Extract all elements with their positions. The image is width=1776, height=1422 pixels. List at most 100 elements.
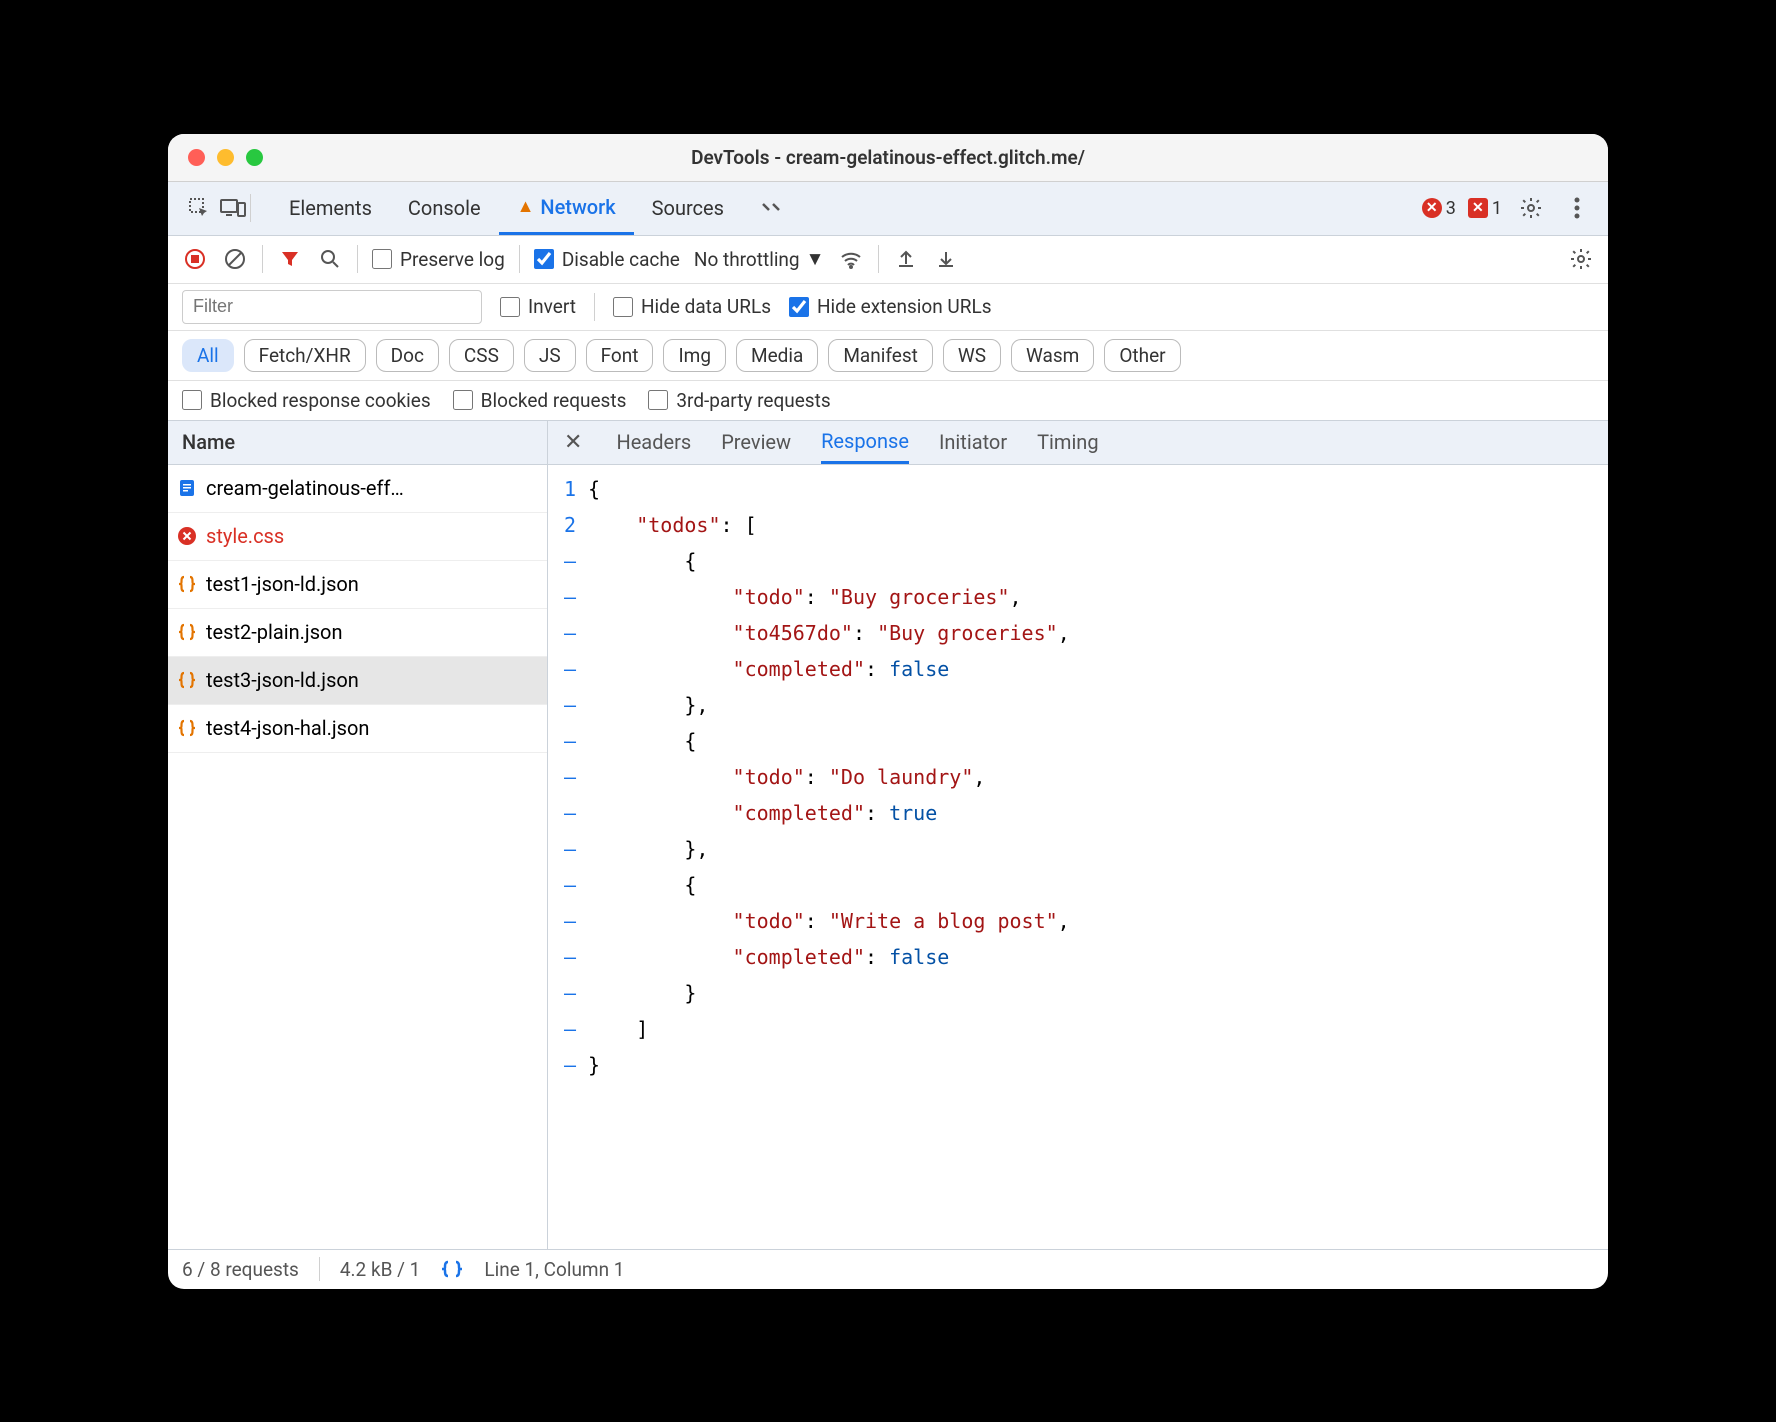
hide-ext-input[interactable] (789, 297, 809, 317)
response-code[interactable]: 12––––––––––––––– { "todos": [ { "todo":… (548, 465, 1608, 1249)
error-circle-icon: ✕ (1422, 198, 1442, 218)
filter-icon[interactable] (277, 246, 303, 272)
type-filter-row: All Fetch/XHR Doc CSS JS Font Img Media Manifest… (168, 331, 1608, 381)
disable-cache-input[interactable] (534, 249, 554, 269)
blocked-cookies-label: Blocked response cookies (210, 389, 431, 412)
hide-data-input[interactable] (613, 297, 633, 317)
doc-file-icon (176, 477, 198, 499)
separator (594, 293, 595, 321)
clear-button[interactable] (222, 246, 248, 272)
kebab-menu-icon[interactable] (1560, 191, 1594, 225)
errc-file-icon (176, 525, 198, 547)
detail-pane: ✕ Headers Preview Response Initiator Tim… (548, 421, 1608, 1249)
request-name: style.css (206, 524, 284, 548)
dtab-initiator[interactable]: Initiator (939, 420, 1007, 464)
detail-tabs: ✕ Headers Preview Response Initiator Tim… (548, 421, 1608, 465)
status-cursor: Line 1, Column 1 (484, 1258, 624, 1281)
request-name: test2-plain.json (206, 620, 343, 644)
errors-count: 3 (1446, 198, 1456, 219)
blocked-cookies-checkbox[interactable]: Blocked response cookies (182, 389, 431, 412)
filter-chip-fetch-xhr[interactable]: Fetch/XHR (244, 339, 366, 372)
separator (250, 194, 251, 222)
request-row[interactable]: cream-gelatinous-eff… (168, 465, 547, 513)
throttling-select[interactable]: No throttling ▼ (694, 247, 825, 271)
request-row[interactable]: test3-json-ld.json (168, 657, 547, 705)
maximize-window-button[interactable] (246, 149, 263, 166)
tab-network[interactable]: ▲ Network (499, 181, 634, 235)
filter-chip-css[interactable]: CSS (449, 339, 514, 372)
dtab-headers[interactable]: Headers (616, 420, 691, 464)
download-har-icon[interactable] (933, 246, 959, 272)
issues-count: 1 (1492, 198, 1502, 219)
list-header-name[interactable]: Name (168, 421, 547, 465)
preserve-log-checkbox[interactable]: Preserve log (372, 248, 505, 271)
pretty-print-icon[interactable] (440, 1259, 464, 1279)
tab-elements[interactable]: Elements (271, 181, 390, 235)
filter-chip-font[interactable]: Font (586, 339, 654, 372)
filter-chip-media[interactable]: Media (736, 339, 818, 372)
request-list: Name cream-gelatinous-eff… style.css test1… (168, 421, 548, 1249)
request-name: cream-gelatinous-eff… (206, 476, 404, 500)
disable-cache-checkbox[interactable]: Disable cache (534, 248, 680, 271)
issues-badge[interactable]: ✕ 1 (1468, 198, 1502, 219)
blocked-requests-checkbox[interactable]: Blocked requests (453, 389, 627, 412)
search-icon[interactable] (317, 246, 343, 272)
traffic-lights (168, 149, 263, 166)
inspect-element-icon[interactable] (182, 191, 216, 225)
issue-square-icon: ✕ (1468, 198, 1488, 218)
tab-more[interactable] (742, 181, 802, 235)
filter-chip-doc[interactable]: Doc (376, 339, 439, 372)
filter-chip-all[interactable]: All (182, 339, 234, 372)
dtab-timing[interactable]: Timing (1037, 420, 1098, 464)
hide-data-urls-checkbox[interactable]: Hide data URLs (613, 295, 771, 318)
chevron-down-icon: ▼ (806, 247, 825, 271)
request-row[interactable]: test1-json-ld.json (168, 561, 547, 609)
dtab-response[interactable]: Response (821, 420, 909, 464)
dtab-preview[interactable]: Preview (721, 420, 791, 464)
disable-cache-label: Disable cache (562, 248, 680, 271)
third-party-checkbox[interactable]: 3rd-party requests (648, 389, 830, 412)
request-name: test1-json-ld.json (206, 572, 359, 596)
request-row[interactable]: test4-json-hal.json (168, 705, 547, 753)
upload-har-icon[interactable] (893, 246, 919, 272)
third-party-input[interactable] (648, 390, 668, 410)
throttling-label: No throttling (694, 248, 800, 271)
close-window-button[interactable] (188, 149, 205, 166)
network-settings-icon[interactable] (1568, 246, 1594, 272)
blocked-requests-input[interactable] (453, 390, 473, 410)
main-tabs: Elements Console ▲ Network Sources (271, 181, 1422, 235)
close-detail-button[interactable]: ✕ (560, 430, 586, 455)
blocked-cookies-input[interactable] (182, 390, 202, 410)
filter-chip-other[interactable]: Other (1104, 339, 1180, 372)
list-body: cream-gelatinous-eff… style.css test1-json… (168, 465, 547, 1249)
filter-chip-manifest[interactable]: Manifest (828, 339, 933, 372)
filter-chip-ws[interactable]: WS (943, 339, 1001, 372)
request-name: test4-json-hal.json (206, 716, 369, 740)
errors-badge[interactable]: ✕ 3 (1422, 198, 1456, 219)
settings-icon[interactable] (1514, 191, 1548, 225)
network-conditions-icon[interactable] (838, 246, 864, 272)
invert-checkbox[interactable]: Invert (500, 295, 576, 318)
hide-data-label: Hide data URLs (641, 295, 771, 318)
invert-input[interactable] (500, 297, 520, 317)
tab-console[interactable]: Console (390, 181, 499, 235)
minimize-window-button[interactable] (217, 149, 234, 166)
third-party-label: 3rd-party requests (676, 389, 830, 412)
device-toggle-icon[interactable] (216, 191, 250, 225)
filter-chip-js[interactable]: JS (524, 339, 576, 372)
devtools-window: DevTools - cream-gelatinous-effect.glitc… (168, 134, 1608, 1289)
filter-input[interactable] (182, 290, 482, 324)
request-row[interactable]: test2-plain.json (168, 609, 547, 657)
window-title: DevTools - cream-gelatinous-effect.glitc… (691, 146, 1085, 169)
status-requests: 6 / 8 requests (182, 1258, 299, 1281)
invert-label: Invert (528, 295, 576, 318)
filter-chip-img[interactable]: Img (663, 339, 726, 372)
tab-sources[interactable]: Sources (634, 181, 742, 235)
filter-row: Invert Hide data URLs Hide extension URL… (168, 284, 1608, 331)
request-row[interactable]: style.css (168, 513, 547, 561)
hide-extension-urls-checkbox[interactable]: Hide extension URLs (789, 295, 992, 318)
filter-chip-wasm[interactable]: Wasm (1011, 339, 1094, 372)
record-button[interactable] (182, 246, 208, 272)
preserve-log-input[interactable] (372, 249, 392, 269)
main-toolbar: Elements Console ▲ Network Sources ✕ 3 ✕… (168, 182, 1608, 236)
